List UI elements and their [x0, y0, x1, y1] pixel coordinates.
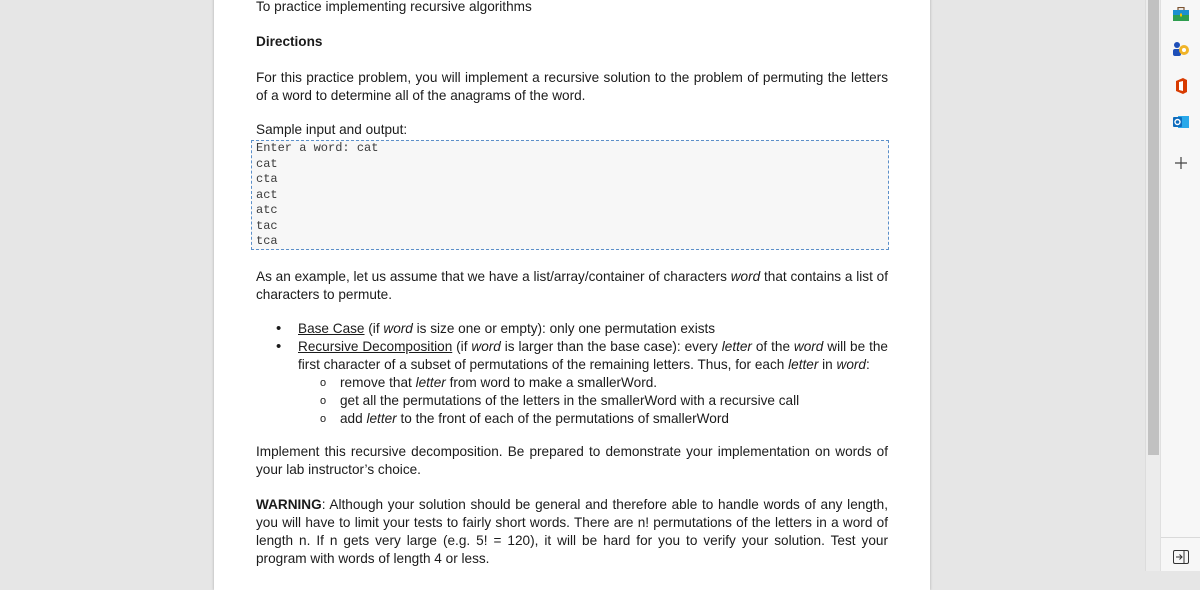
sample-code-block: Enter a word: cat cat cta act atc tac tc… [251, 140, 889, 250]
list-item-base-case: Base Case (if word is size one or empty)… [270, 320, 888, 338]
example-paragraph: As an example, let us assume that we hav… [256, 269, 888, 302]
sidebar-divider [1161, 537, 1200, 538]
sub-list: remove that letter from word to make a s… [298, 374, 888, 428]
sub-item: remove that letter from word to make a s… [298, 374, 888, 392]
briefcase-icon[interactable] [1172, 5, 1190, 23]
implement-paragraph: Implement this recursive decomposition. … [256, 444, 888, 477]
intro-paragraph: For this practice problem, you will impl… [256, 70, 888, 103]
edge-sidebar [1160, 0, 1200, 571]
code-line: atc [256, 203, 278, 217]
directions-heading: Directions [256, 34, 323, 49]
people-icon[interactable] [1172, 40, 1190, 58]
outlook-icon[interactable] [1172, 113, 1190, 131]
add-icon[interactable] [1172, 154, 1190, 172]
list-item-recursive: Recursive Decomposition (if word is larg… [270, 338, 888, 428]
collapse-sidebar-icon[interactable] [1172, 548, 1190, 566]
sample-label: Sample input and output: [256, 122, 408, 137]
sub-item: get all the permutations of the letters … [298, 392, 888, 410]
office-icon[interactable] [1172, 77, 1190, 95]
code-line: Enter a word: cat [256, 141, 379, 155]
code-line: cat [256, 156, 278, 171]
code-line: act [256, 187, 278, 202]
decomposition-list: Base Case (if word is size one or empty)… [270, 320, 888, 428]
code-line: cta [256, 172, 278, 186]
vertical-scrollbar[interactable] [1145, 0, 1160, 571]
code-line: tac [256, 218, 278, 233]
code-line: tca [256, 234, 278, 248]
warning-paragraph: WARNING: Although your solution should b… [256, 497, 888, 566]
scrollbar-thumb[interactable] [1148, 0, 1159, 455]
sub-item: add letter to the front of each of the p… [298, 410, 888, 428]
objective-line: To practice implementing recursive algor… [256, 0, 532, 14]
